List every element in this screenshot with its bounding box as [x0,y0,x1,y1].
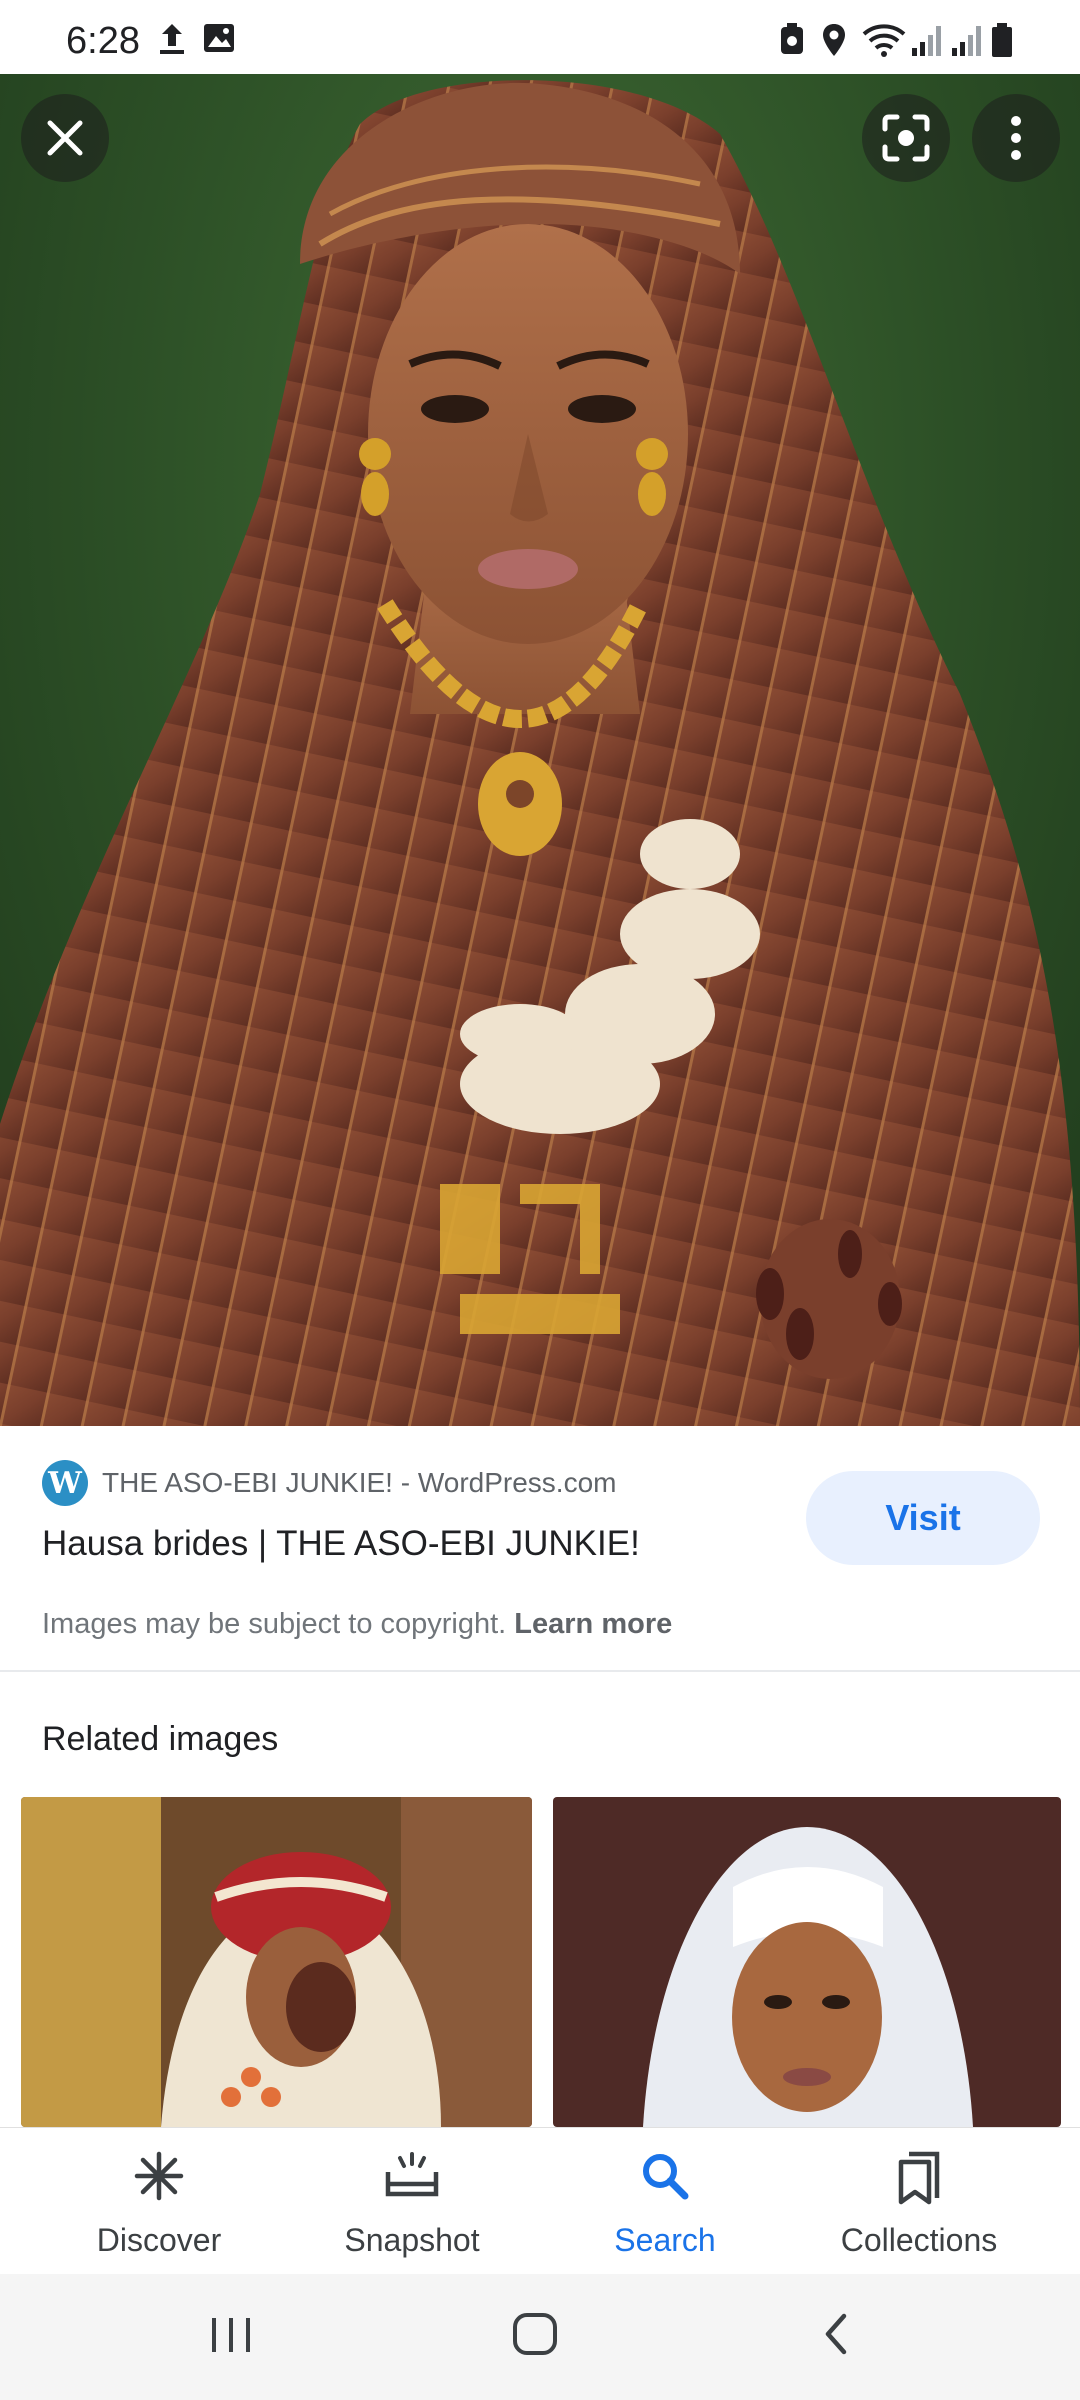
divider [0,1670,1080,1672]
source-row[interactable]: W THE ASO-EBI JUNKIE! - WordPress.com [42,1460,616,1506]
collections-bookmark-icon [898,2151,940,2205]
search-icon [643,2154,689,2200]
related-image-1[interactable] [21,1797,532,2127]
lens-button[interactable] [862,94,950,182]
lens-icon [882,114,930,162]
related-image-2[interactable] [553,1797,1061,2127]
more-options-button[interactable] [972,94,1060,182]
status-bar: 6:28 [0,0,1080,74]
signal-icon [912,26,941,56]
bride-portrait [0,80,1080,1426]
snapshot-icon [385,2152,439,2197]
nav-discover[interactable]: Discover [24,2128,294,2274]
close-icon [47,120,83,156]
discover-asterisk-icon [134,2151,184,2201]
related-thumbnail-1 [21,1797,532,2127]
nav-collections[interactable]: Collections [784,2128,1054,2274]
related-images-heading: Related images [42,1720,279,1758]
battery-icon [992,23,1012,57]
signal-icon-2 [952,26,981,56]
battery-saver-icon [781,23,803,54]
recent-apps-icon[interactable] [206,2304,256,2364]
upload-icon [160,24,184,54]
nav-search-label: Search [614,2222,716,2258]
location-icon [823,24,845,56]
nav-search[interactable]: Search [530,2128,800,2274]
close-button[interactable] [21,94,109,182]
copyright-text: Images may be subject to copyright. [42,1608,507,1640]
nav-snapshot-label: Snapshot [344,2222,480,2258]
image-icon [204,24,234,52]
home-icon[interactable] [510,2304,560,2364]
visit-button[interactable]: Visit [806,1471,1040,1565]
back-icon[interactable] [816,2304,856,2364]
wordpress-icon: W [42,1460,88,1506]
nav-collections-label: Collections [840,2222,998,2258]
source-name: THE ASO-EBI JUNKIE! - WordPress.com [102,1467,617,1498]
nav-discover-label: Discover [96,2222,222,2258]
wifi-icon [862,24,906,57]
learn-more-link[interactable]: Learn more [514,1608,672,1640]
related-thumbnail-2 [553,1797,1061,2127]
main-image[interactable] [0,74,1080,1426]
system-navigation-bar [0,2274,1080,2400]
bottom-navigation: Discover Snapshot Search Collections [0,2127,1080,2274]
more-vert-icon [1011,116,1021,160]
result-title[interactable]: Hausa brides | THE ASO-EBI JUNKIE! [42,1524,640,1564]
copyright-notice: Images may be subject to copyright. Lear… [42,1608,672,1641]
status-time: 6:28 [66,20,140,62]
nav-snapshot[interactable]: Snapshot [277,2128,547,2274]
